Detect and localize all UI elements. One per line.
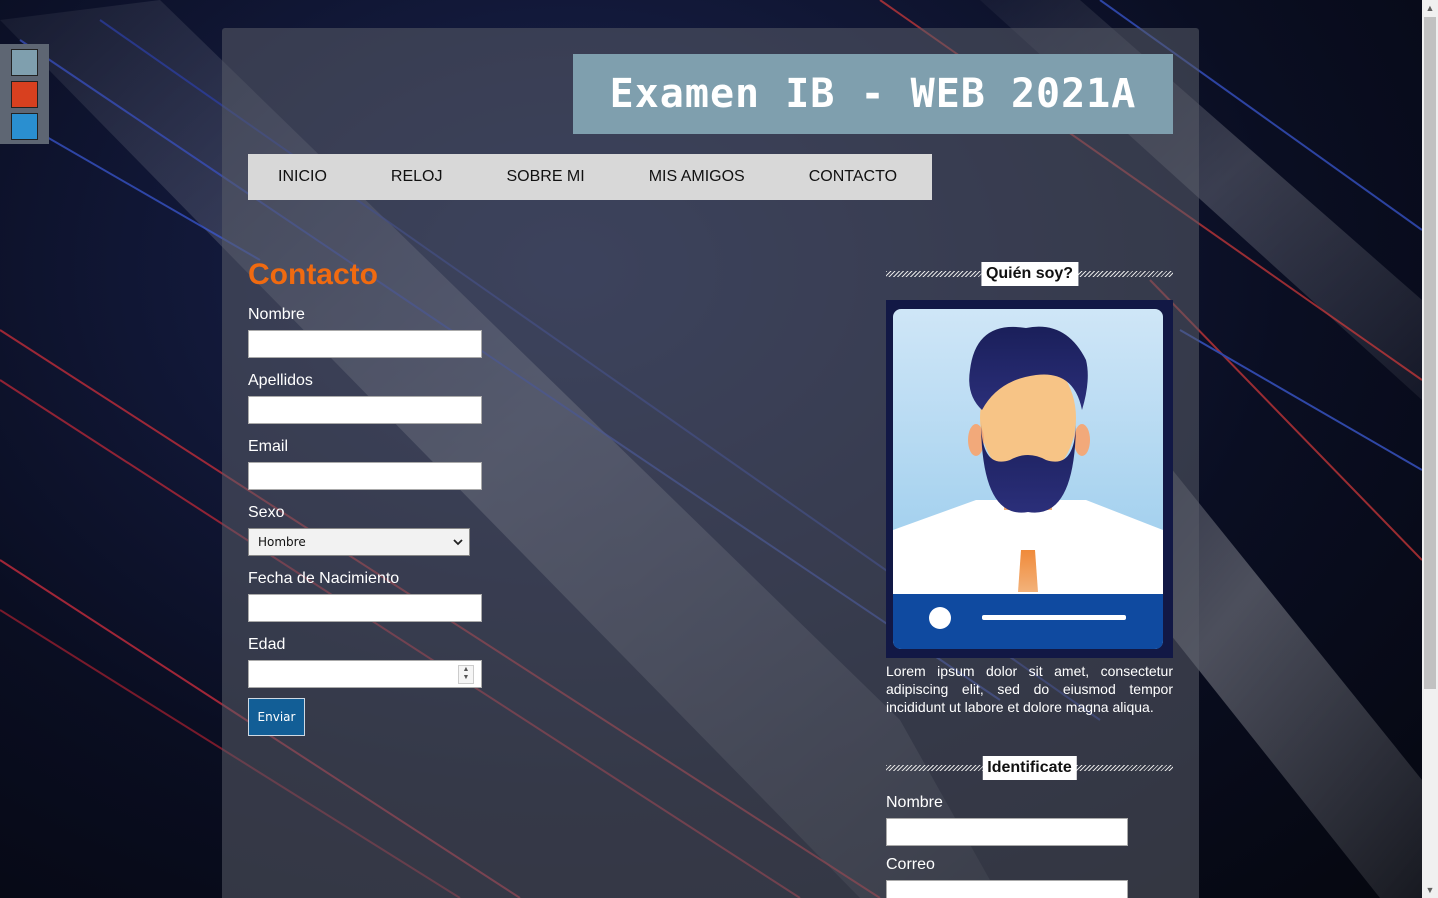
id-nombre-input[interactable] [886,818,1128,846]
edad-label: Edad [248,636,286,653]
id-nombre-label: Nombre [886,794,943,811]
apellidos-label: Apellidos [248,372,313,389]
fecha-nacimiento-input[interactable] [248,594,482,622]
number-spinner-icon[interactable]: ▲ ▼ [458,665,474,684]
contact-form: Contacto Nombre Apellidos Email Sexo Hom… [248,258,508,736]
identify-heading-text: Identificate [982,756,1077,780]
scroll-down-arrow-icon[interactable]: ▼ [1422,882,1438,898]
fecha-nacimiento-label: Fecha de Nacimiento [248,570,400,587]
chevron-down-icon [453,538,463,545]
identify-form: Nombre Correo [886,794,1173,898]
theme-swatch-grey-blue[interactable] [11,49,38,76]
email-input[interactable] [248,462,482,490]
about-heading-text: Quién soy? [980,262,1079,286]
theme-swatch-blue[interactable] [11,113,38,140]
nav-item-reloj[interactable]: RELOJ [391,168,443,186]
identify-heading: Identificate [886,756,1173,782]
nav-item-mis-amigos[interactable]: MIS AMIGOS [649,168,745,186]
apellidos-input[interactable] [248,396,482,424]
bio-text: Lorem ipsum dolor sit amet, consectetur … [886,663,1173,715]
sidebar: Quién soy? Lorem ipsum dolor sit amet, c… [886,262,1173,898]
scroll-thumb[interactable] [1424,17,1436,689]
profile-avatar-image [886,300,1173,658]
contact-heading: Contacto [248,258,378,291]
sexo-select[interactable]: Hombre [248,528,470,556]
id-correo-label: Correo [886,856,935,873]
theme-swatch-red[interactable] [11,81,38,108]
email-label: Email [248,438,289,455]
site-title: Examen IB - WEB 2021A [573,54,1173,134]
nombre-label: Nombre [248,306,305,323]
about-heading: Quién soy? [886,262,1173,288]
scroll-up-arrow-icon[interactable]: ▲ [1422,0,1438,16]
enviar-button[interactable]: Enviar [248,698,305,736]
nav-item-contacto[interactable]: CONTACTO [809,168,897,186]
theme-switcher [0,44,49,144]
main-container: Examen IB - WEB 2021A INICIO RELOJ SOBRE… [222,28,1199,898]
sexo-selected-value: Hombre [258,535,306,549]
nav-item-inicio[interactable]: INICIO [278,168,327,186]
vertical-scrollbar[interactable]: ▲ ▼ [1422,0,1438,898]
nav-item-sobre-mi[interactable]: SOBRE MI [506,168,584,186]
nombre-input[interactable] [248,330,482,358]
main-nav: INICIO RELOJ SOBRE MI MIS AMIGOS CONTACT… [248,154,932,200]
id-correo-input[interactable] [886,880,1128,898]
edad-input[interactable]: ▲ ▼ [248,660,482,688]
sexo-label: Sexo [248,504,285,521]
